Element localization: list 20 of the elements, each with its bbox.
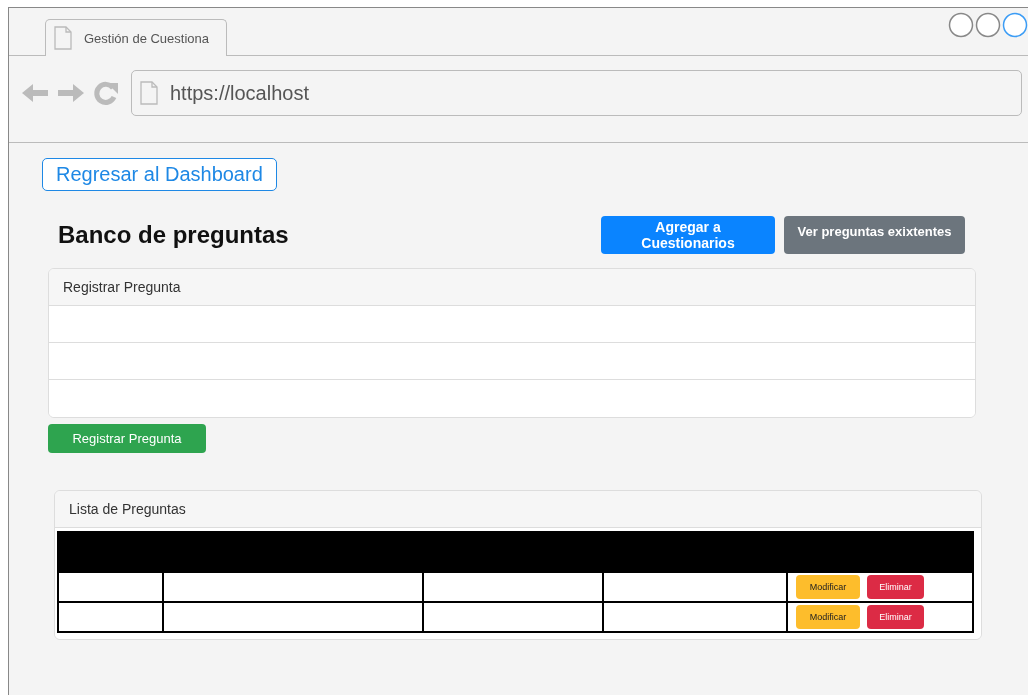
card-header: Lista de Preguntas xyxy=(55,491,981,528)
back-link-button[interactable]: Regresar al Dashboard xyxy=(42,158,277,191)
delete-button[interactable]: Eliminar xyxy=(867,575,924,599)
address-bar[interactable]: https://localhost xyxy=(131,70,1022,116)
card-header: Registrar Pregunta xyxy=(49,269,975,306)
add-button[interactable]: Agregar a Cuestionarios xyxy=(601,216,775,254)
window-control-icon xyxy=(975,12,1001,38)
register-button[interactable]: Registrar Pregunta xyxy=(48,424,206,453)
view-button[interactable]: Ver preguntas exixtentes xyxy=(784,216,965,254)
page-title: Banco de preguntas xyxy=(58,221,289,249)
forward-arrow-icon xyxy=(57,82,85,104)
edit-button[interactable]: Modificar xyxy=(796,605,860,629)
browser-tab[interactable]: Gestión de Cuestiona xyxy=(45,19,227,56)
reload-icon xyxy=(93,80,119,106)
document-icon xyxy=(54,26,72,50)
delete-button[interactable]: Eliminar xyxy=(867,605,924,629)
back-arrow-icon xyxy=(21,82,49,104)
edit-button[interactable]: Modificar xyxy=(796,575,860,599)
document-icon xyxy=(140,81,158,105)
window-control-icon xyxy=(948,12,974,38)
